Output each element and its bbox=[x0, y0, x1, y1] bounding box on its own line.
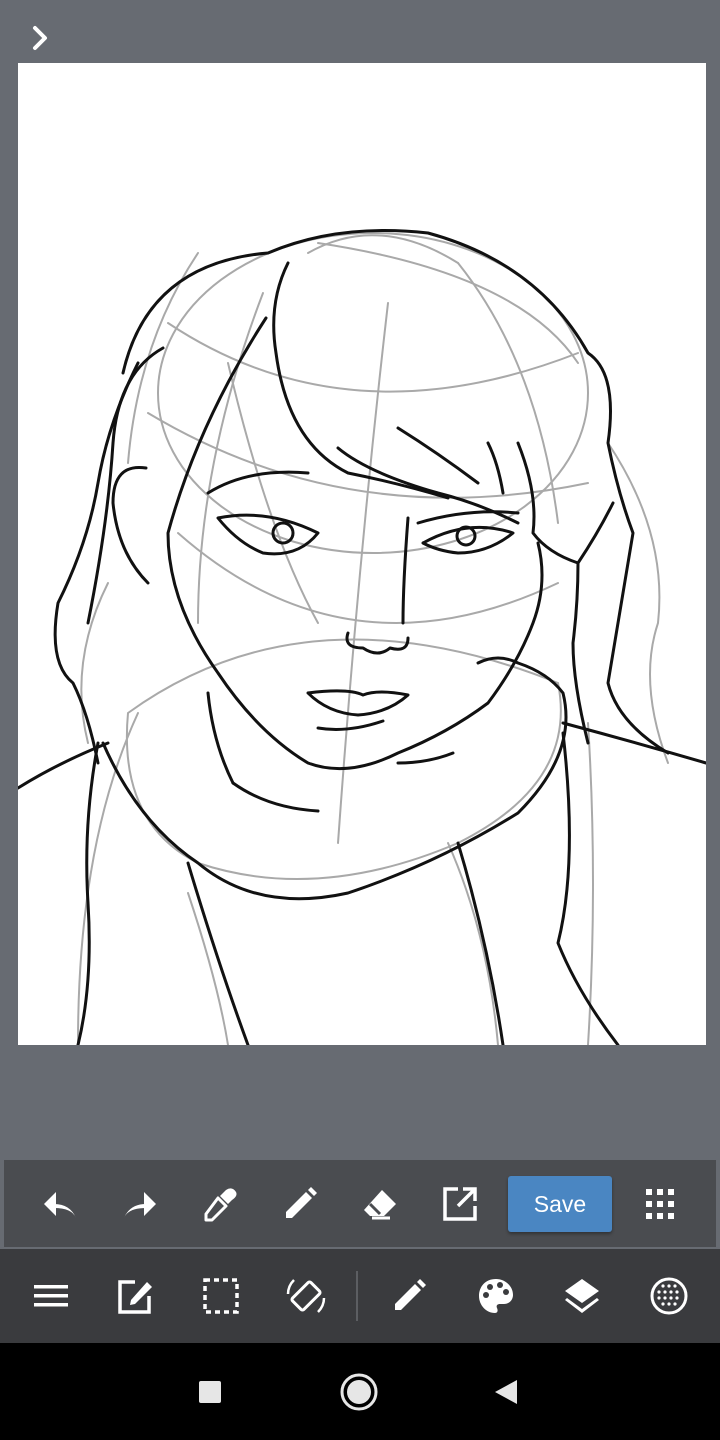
main-menu-button[interactable] bbox=[29, 1274, 73, 1318]
eyedropper-icon bbox=[204, 1188, 237, 1222]
grid-menu-button[interactable] bbox=[639, 1183, 681, 1225]
texture-button[interactable] bbox=[647, 1274, 691, 1318]
palette-icon bbox=[479, 1279, 513, 1313]
secondary-toolbar bbox=[0, 1249, 720, 1343]
recents-button[interactable] bbox=[189, 1371, 231, 1413]
eyedropper-button[interactable] bbox=[199, 1183, 241, 1225]
redo-icon bbox=[124, 1192, 156, 1218]
dotted-circle-icon bbox=[650, 1277, 688, 1315]
redo-button[interactable] bbox=[119, 1183, 161, 1225]
square-icon bbox=[199, 1381, 221, 1403]
back-triangle-icon bbox=[495, 1380, 517, 1404]
pen-tool-button[interactable] bbox=[279, 1183, 321, 1225]
navigation-bar bbox=[0, 1343, 720, 1440]
pencil-icon bbox=[286, 1187, 317, 1218]
eraser-button[interactable] bbox=[359, 1183, 401, 1225]
drawing-canvas[interactable] bbox=[18, 63, 706, 1045]
edit-square-icon bbox=[118, 1280, 152, 1314]
brush-button[interactable] bbox=[387, 1274, 431, 1318]
pencil-icon bbox=[395, 1279, 426, 1310]
screen-rotate-icon bbox=[286, 1279, 326, 1313]
undo-icon bbox=[44, 1192, 76, 1218]
primary-toolbar: Save bbox=[4, 1160, 716, 1247]
toolbar-divider bbox=[356, 1271, 358, 1321]
export-button[interactable] bbox=[439, 1183, 481, 1225]
selection-button[interactable] bbox=[199, 1274, 243, 1318]
edit-button[interactable] bbox=[113, 1274, 157, 1318]
rotate-button[interactable] bbox=[284, 1274, 328, 1318]
back-button[interactable] bbox=[485, 1371, 527, 1413]
save-button[interactable]: Save bbox=[508, 1176, 612, 1232]
eraser-icon bbox=[364, 1190, 396, 1220]
hamburger-menu-icon bbox=[34, 1285, 68, 1307]
chevron-right-icon bbox=[33, 26, 47, 50]
expand-panel-button[interactable] bbox=[22, 20, 58, 56]
open-external-icon bbox=[443, 1187, 477, 1221]
undo-button[interactable] bbox=[39, 1183, 81, 1225]
sketch-artwork bbox=[18, 229, 706, 1045]
color-button[interactable] bbox=[474, 1274, 518, 1318]
layers-button[interactable] bbox=[560, 1274, 604, 1318]
layers-icon bbox=[565, 1279, 599, 1313]
selection-marquee-icon bbox=[203, 1278, 239, 1314]
home-circle-icon bbox=[340, 1373, 378, 1411]
home-button[interactable] bbox=[338, 1371, 380, 1413]
dots-grid-icon bbox=[646, 1189, 674, 1219]
